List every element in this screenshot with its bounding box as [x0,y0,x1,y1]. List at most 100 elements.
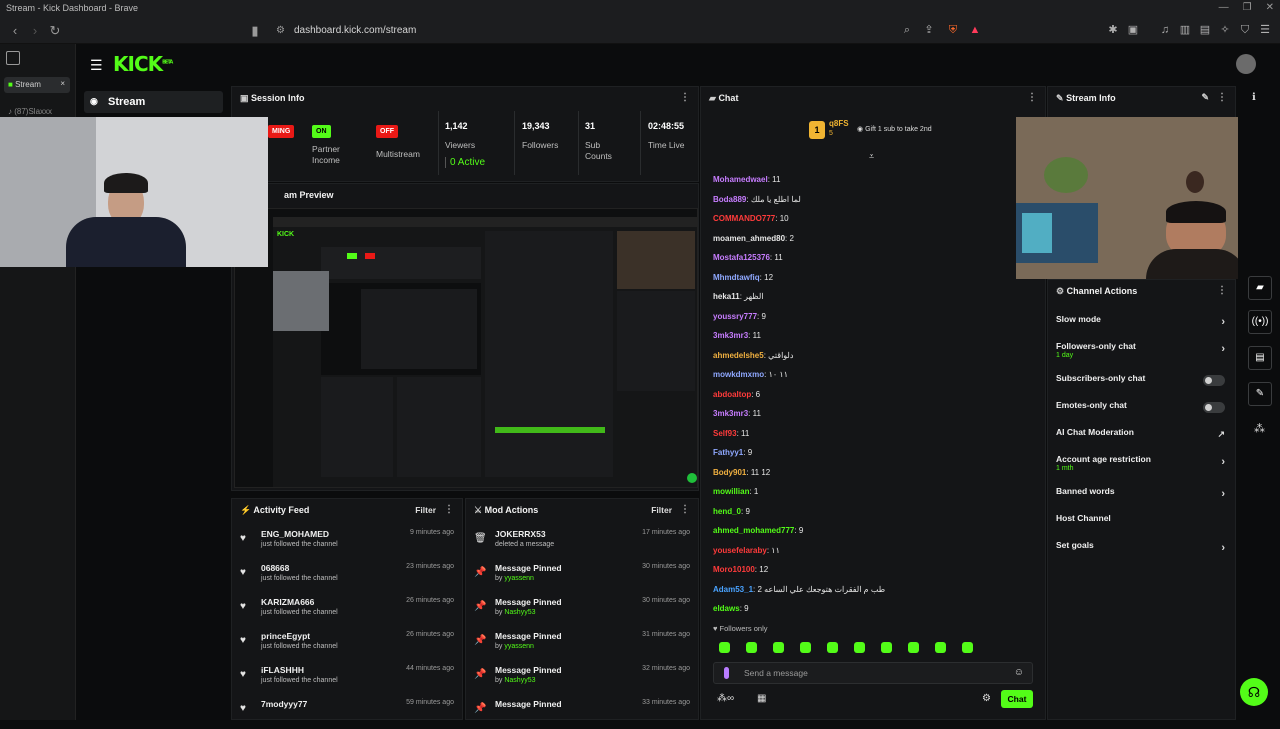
channel-action-4[interactable]: AI Chat Moderation ↗ [1048,427,1235,454]
mod-action-item[interactable]: 📌 Message Pinned by yyassenn 30 minutes ago [466,559,698,593]
chat-username[interactable]: 3mk3mr3 [713,331,748,340]
chat-username[interactable]: Self93 [713,429,737,438]
address-bar[interactable]: ⚙ dashboard.kick.com/stream [272,22,992,40]
top-gifter-bar[interactable]: 1 q8FS 5 ◉ Gift 1 sub to take 2nd [809,119,1049,143]
chat-message[interactable]: moamen_ahmed80: 2 [713,229,1033,249]
follower-name[interactable]: 7modyyy77 [261,699,307,709]
chat-input[interactable]: Send a message ☺ [713,662,1033,684]
brave-shield-icon[interactable]: ⛨ [946,23,960,37]
chat-message[interactable]: Mhmdtawfiq: 12 [713,268,1033,288]
chat-username[interactable]: COMMANDO777 [713,214,775,223]
activity-item[interactable]: ♥ 7modyyy77 59 minutes ago [232,695,462,729]
share-icon[interactable]: ⇪ [922,23,936,37]
chat-message[interactable]: youssry777: 9 [713,307,1033,327]
chat-message[interactable]: Boda889: لما اطلع يا ملك [713,190,1033,210]
emote-icon[interactable] [827,642,838,653]
help-chat-icon[interactable]: ☊ [1240,678,1268,706]
emote-icon[interactable] [935,642,946,653]
chat-username[interactable]: 3mk3mr3 [713,409,748,418]
channel-action-7[interactable]: Host Channel [1048,513,1235,540]
channel-action-1[interactable]: Followers-only chat 1 day › [1048,341,1235,373]
activity-item[interactable]: ♥ iFLASHHH just followed the channel 44 min… [232,661,462,695]
toggle-switch[interactable] [1203,375,1225,386]
follower-name[interactable]: 068668 [261,563,289,573]
channel-action-8[interactable]: Set goals › [1048,540,1235,567]
follower-name[interactable]: iFLASHHH [261,665,304,675]
more-options-icon[interactable]: ⋮ [680,92,690,103]
edit-icon[interactable]: ✎ [1201,92,1209,103]
chat-username[interactable]: Mhmdtawfiq [713,273,760,282]
chat-message[interactable]: abdoaltop: 6 [713,385,1033,405]
reload-icon[interactable]: ↻ [46,22,64,40]
follower-name[interactable]: ENG_MOHAMED [261,529,329,539]
activity-item[interactable]: ♥ princeEgypt just followed the channel 26 … [232,627,462,661]
channel-action-0[interactable]: Slow mode › [1048,314,1235,341]
chat-message[interactable]: heka11: الظهر [713,287,1033,307]
chat-username[interactable]: eldaws [713,604,740,613]
site-info-icon[interactable]: ⚙ [276,22,285,40]
toggle-switch[interactable] [1203,402,1225,413]
more-options-icon[interactable]: ⋮ [444,504,454,515]
channel-action-5[interactable]: Account age restriction 1 mth › [1048,454,1235,486]
mod-action-item[interactable]: 🗑 JOKERRX53 deleted a message 17 minutes a… [466,525,698,559]
chat-username[interactable]: Moro10100 [713,565,755,574]
gift-prompt[interactable]: ◉ Gift 1 sub to take 2nd [857,125,932,133]
emote-icon[interactable] [746,642,757,653]
emote-icon[interactable] [962,642,973,653]
send-chat-button[interactable]: Chat [1001,690,1033,708]
nav-item-stream[interactable]: ◉ Stream [84,91,223,113]
chat-message[interactable]: Self93: 11 [713,424,1033,444]
tab-close-icon[interactable]: × [60,79,65,88]
vpn-icon[interactable]: ⛉ [1238,23,1252,37]
chat-toggle-icon[interactable]: ▰ [1248,276,1272,300]
mod-action-item[interactable]: 📌 Message Pinned by yyassenn 31 minutes ago [466,627,698,661]
channel-action-6[interactable]: Banned words › [1048,486,1235,513]
chat-message[interactable]: 3mk3mr3: 11 [713,404,1033,424]
chat-username[interactable]: heka11 [713,292,740,301]
moderator-name[interactable]: Nashyy53 [504,677,535,684]
chat-username[interactable]: hend_0 [713,507,741,516]
chat-message[interactable]: ahmedelshe5: دلواقتي [713,346,1033,366]
stream-preview-video[interactable]: KICK [234,208,698,488]
emote-icon[interactable] [719,642,730,653]
chat-message[interactable]: ahmed_mohamed777: 9 [713,521,1033,541]
bookmark-icon[interactable]: ▮ [246,22,264,40]
wallet-icon[interactable]: ▤ [1198,23,1212,37]
moderator-name[interactable]: Nashyy53 [504,609,535,616]
chat-message[interactable]: Mohamedwael: 11 [713,170,1033,190]
brave-rewards-icon[interactable]: ▲ [968,23,982,37]
chat-message[interactable]: Fathyy1: 9 [713,443,1033,463]
chat-username[interactable]: Mohamedwael [713,175,768,184]
sidebar-panel-icon[interactable] [6,51,20,65]
filter-button[interactable]: Filter [415,505,436,515]
follower-name[interactable]: princeEgypt [261,631,310,641]
channel-action-3[interactable]: Emotes-only chat [1048,400,1235,427]
chat-username[interactable]: yousefelaraby [713,546,767,555]
emote-icon[interactable] [881,642,892,653]
restore-icon[interactable]: ❐ [1243,2,1252,13]
more-options-icon[interactable]: ⋮ [680,504,690,515]
more-options-icon[interactable]: ⋮ [1217,285,1227,296]
users-icon[interactable]: ⁂ [1254,422,1265,435]
sidebar-toggle-icon[interactable]: ▥ [1178,23,1192,37]
leo-ai-icon[interactable]: ✧ [1218,23,1232,37]
chat-message[interactable]: COMMANDO777: 10 [713,209,1033,229]
user-avatar[interactable] [1236,54,1256,74]
extensions-icon[interactable]: ✱ [1106,23,1120,37]
chat-message[interactable]: Mostafa125376: 11 [713,248,1033,268]
partner-income[interactable]: ON Partner Income [312,120,352,166]
chat-message[interactable]: hend_0: 9 [713,502,1033,522]
chat-username[interactable]: ahmed_mohamed777 [713,526,794,535]
chat-message[interactable]: 3mk3mr3: 11 [713,326,1033,346]
chat-message[interactable]: Body901: 11 12 [713,463,1033,483]
filter-button[interactable]: Filter [651,505,672,515]
moderator-name[interactable]: yyassenn [504,643,534,650]
mod-action-item[interactable]: 📌 Message Pinned by Nashyy53 32 minutes ago [466,661,698,695]
menu-icon[interactable]: ☰ [90,57,103,74]
more-options-icon[interactable]: ⋮ [1217,92,1227,103]
tools-icon[interactable]: ✎ [1248,382,1272,406]
follower-name[interactable]: KARIZMA666 [261,597,314,607]
broadcast-icon[interactable]: ((•)) [1248,310,1272,334]
tab-stream[interactable]: ■ Stream × [4,77,70,93]
chat-users-icon[interactable]: ⁂∞ [717,693,734,704]
